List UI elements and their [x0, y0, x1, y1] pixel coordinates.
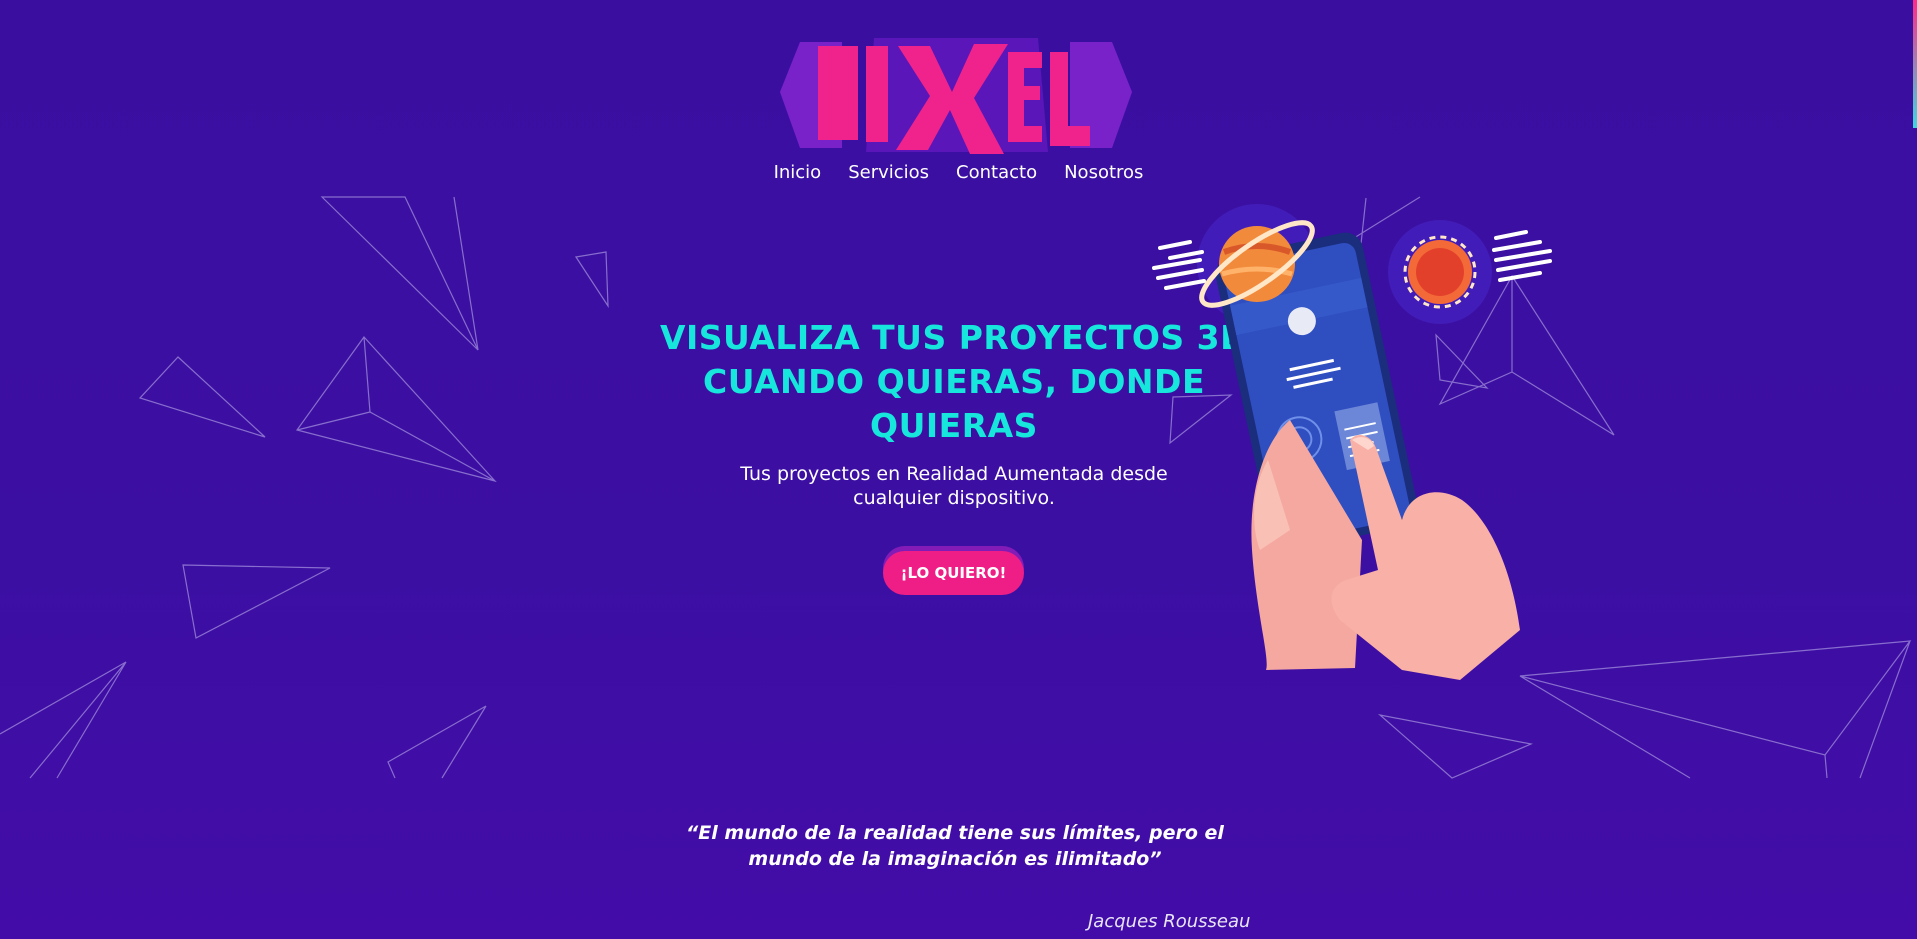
quote-text: “El mundo de la realidad tiene sus límit… — [660, 820, 1250, 872]
hero-subtitle-line: Tus proyectos en Realidad Aumentada desd… — [740, 463, 1168, 485]
lo-quiero-button[interactable]: ¡LO QUIERO! — [883, 551, 1024, 595]
hero-subtitle: Tus proyectos en Realidad Aumentada desd… — [704, 462, 1204, 510]
nav-servicios[interactable]: Servicios — [848, 162, 929, 183]
dixel-logo[interactable] — [778, 34, 1134, 158]
scrollbar[interactable] — [1913, 0, 1917, 128]
quote-author: Jacques Rousseau — [1088, 911, 1251, 932]
hero-title-line: CUANDO QUIERAS, DONDE — [702, 362, 1205, 401]
hand-holding-phone-with-planets-icon — [1140, 190, 1560, 680]
quote-line: “El mundo de la realidad tiene sus límit… — [686, 822, 1224, 844]
hero-title-line: QUIERAS — [870, 406, 1038, 445]
nav-nosotros[interactable]: Nosotros — [1064, 162, 1143, 183]
quote-line: mundo de la imaginación es ilimitado” — [748, 848, 1162, 870]
hero-subtitle-line: cualquier dispositivo. — [853, 487, 1055, 509]
nav-contacto[interactable]: Contacto — [956, 162, 1037, 183]
nav-inicio[interactable]: Inicio — [774, 162, 822, 183]
main-nav: Inicio Servicios Contacto Nosotros — [0, 162, 1917, 183]
